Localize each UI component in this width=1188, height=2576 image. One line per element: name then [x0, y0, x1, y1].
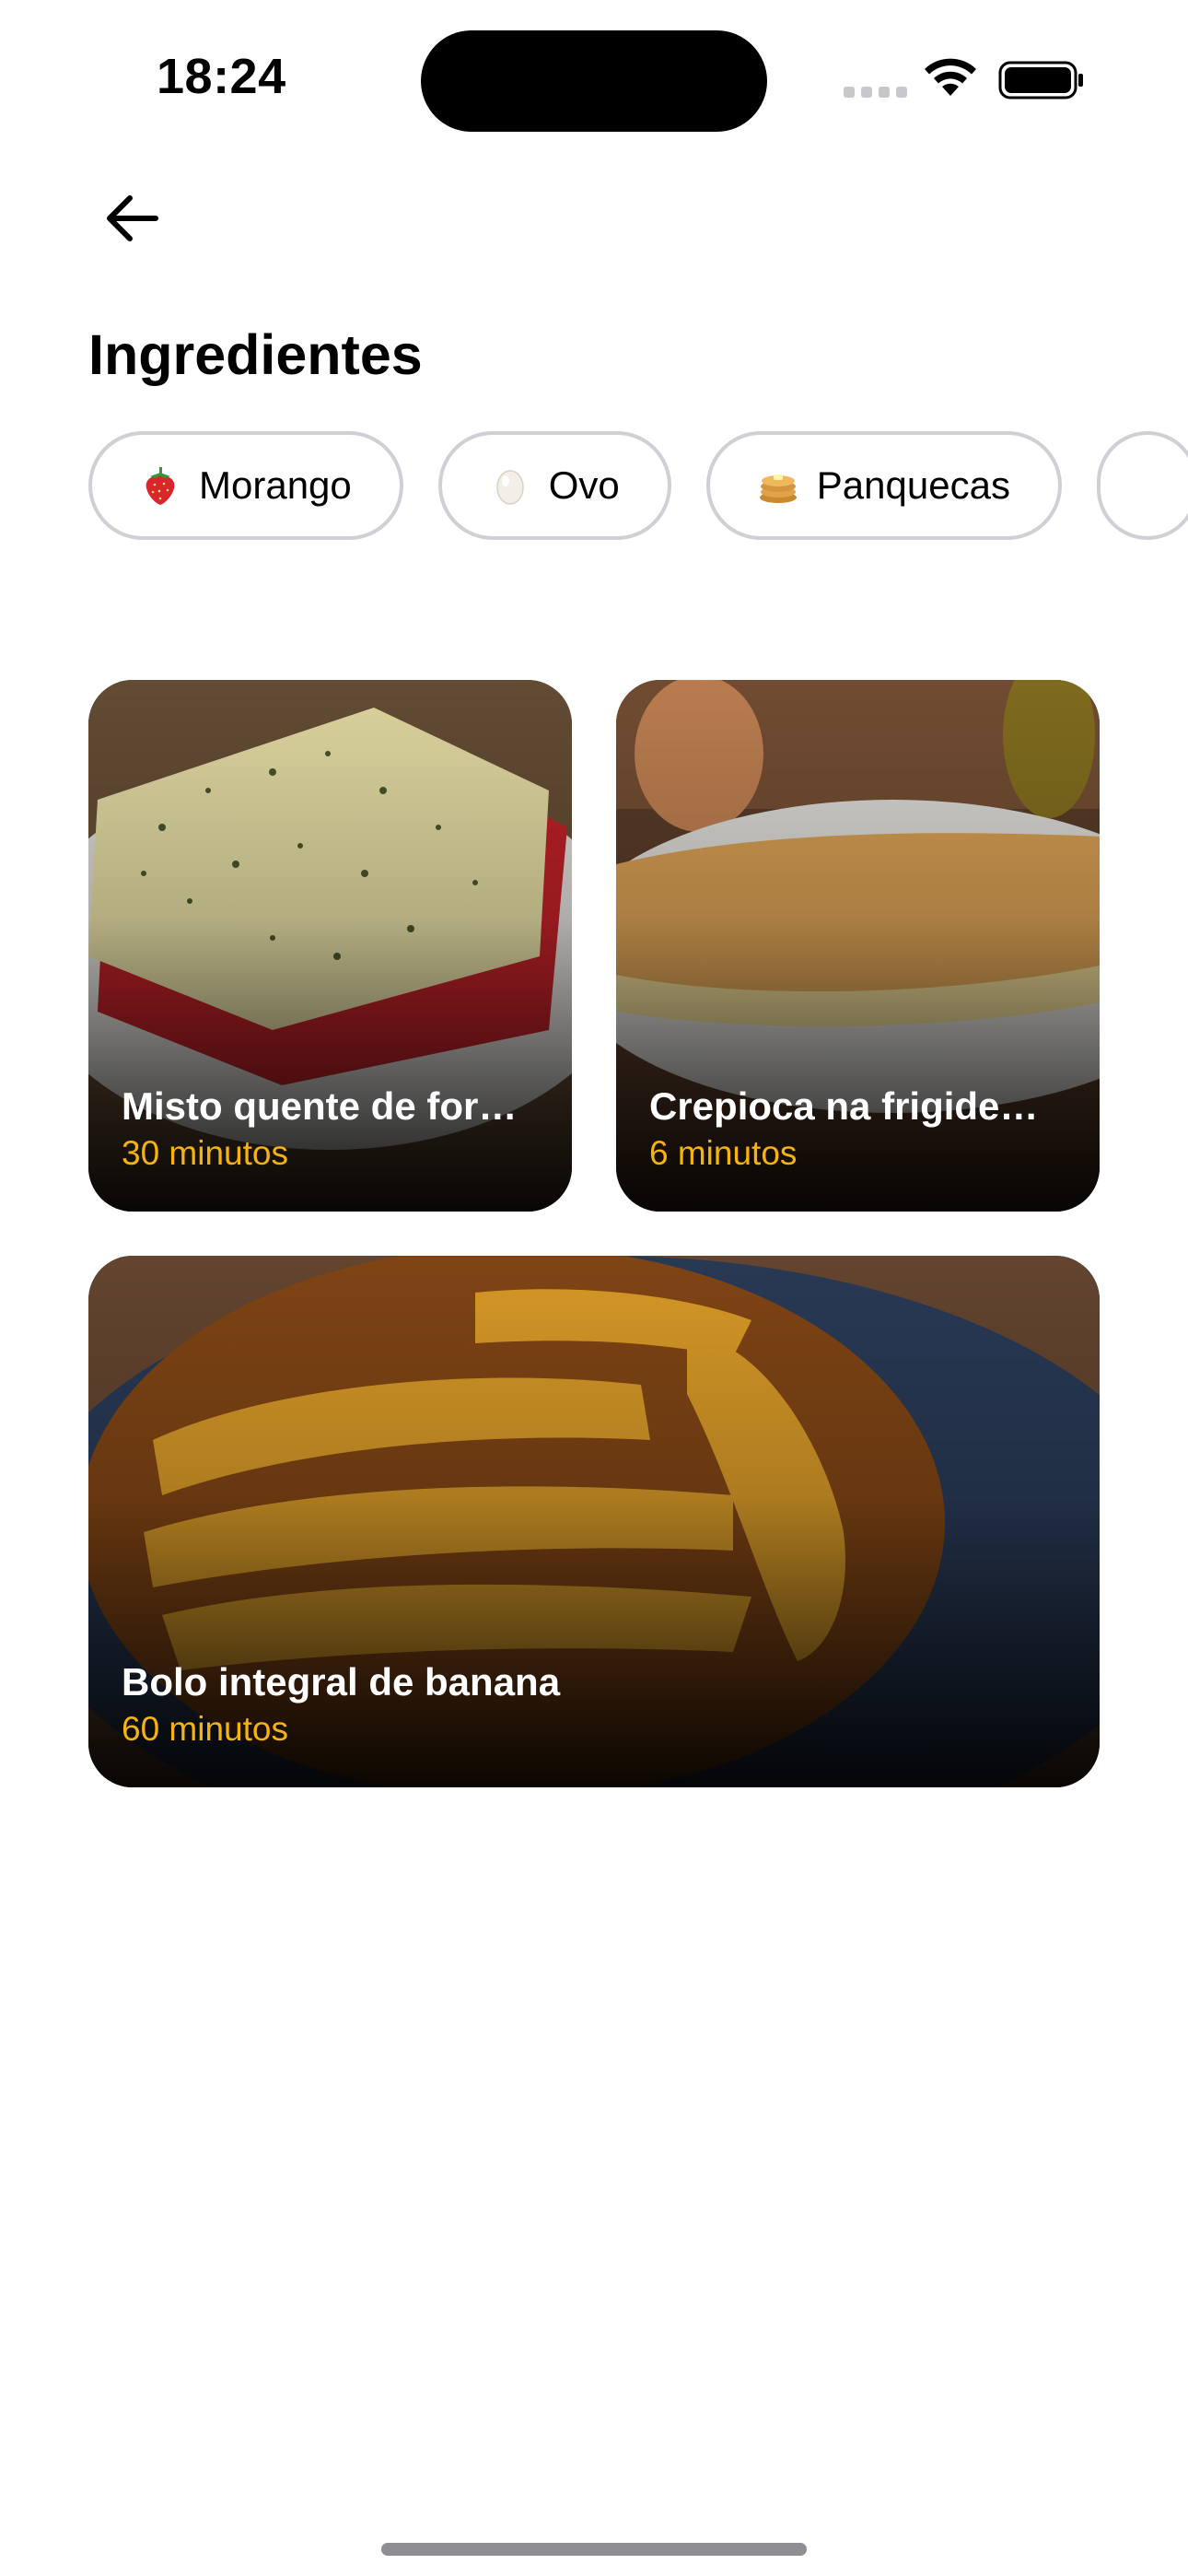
recipe-title: Misto quente de for…: [122, 1084, 518, 1128]
ingredient-chip-morango[interactable]: Morango: [88, 431, 403, 540]
chip-label: Morango: [199, 463, 352, 507]
arrow-left-icon: [107, 195, 158, 241]
status-time: 18:24: [157, 49, 286, 104]
ingredient-chip-partial[interactable]: [1096, 431, 1188, 540]
dynamic-island: [421, 30, 767, 132]
egg-icon: [488, 463, 532, 508]
chip-label: Ovo: [548, 463, 620, 507]
strawberry-icon: [138, 463, 182, 508]
ingredient-chips[interactable]: Morango Ovo Panquecas: [88, 431, 1188, 547]
recipe-card[interactable]: Misto quente de for… 30 minutos: [88, 680, 572, 1212]
recipe-time: 30 minutos: [122, 1134, 288, 1172]
recipe-title: Bolo integral de banana: [122, 1660, 561, 1704]
recipe-title: Crepioca na frigide…: [649, 1084, 1039, 1128]
page-title: Ingredientes: [88, 323, 423, 386]
recipe-card[interactable]: Bolo integral de banana 60 minutos: [88, 1256, 1100, 1787]
recipe-time: 6 minutos: [649, 1134, 798, 1172]
cellular-signal-icon: [844, 87, 907, 98]
ingredient-chip-ovo[interactable]: Ovo: [437, 431, 671, 540]
pancakes-icon: [756, 463, 800, 508]
recipe-card[interactable]: Crepioca na frigide… 6 minutos: [616, 680, 1100, 1212]
back-button[interactable]: [92, 179, 171, 258]
battery-icon: [998, 61, 1083, 100]
home-indicator[interactable]: [381, 2543, 807, 2556]
ingredient-chip-panquecas[interactable]: Panquecas: [705, 431, 1062, 540]
recipe-time: 60 minutos: [122, 1710, 288, 1748]
wifi-icon: [925, 58, 976, 96]
chip-label: Panquecas: [816, 463, 1010, 507]
